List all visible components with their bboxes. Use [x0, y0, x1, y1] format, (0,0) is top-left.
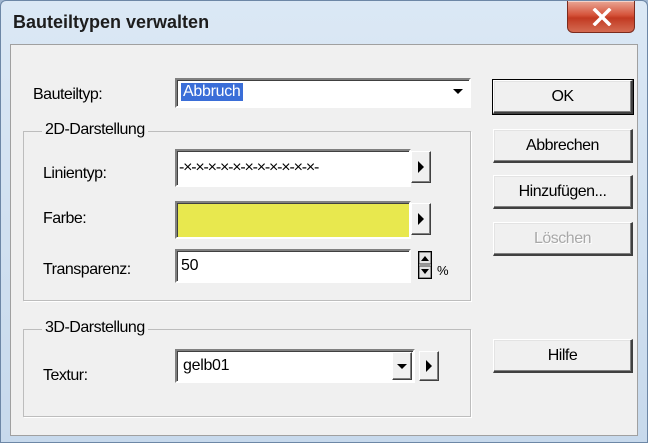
transparenz-unit: %	[437, 263, 449, 278]
title-bar[interactable]: Bauteiltypen verwalten	[1, 1, 647, 43]
linientyp-pattern: -×-×-×-×-×-×-×-×-×-×-×-	[179, 159, 319, 176]
window-title: Bauteiltypen verwalten	[13, 12, 210, 32]
group-2d-title: 2D-Darstellung	[42, 121, 148, 139]
loeschen-button[interactable]: Löschen	[493, 222, 633, 256]
hinzufuegen-button[interactable]: Hinzufügen...	[493, 175, 633, 209]
bauteiltyp-combobox[interactable]: Abbruch	[175, 78, 471, 108]
textur-combobox[interactable]: gelb01	[175, 349, 415, 383]
chevron-down-icon[interactable]	[453, 89, 463, 94]
transparenz-input[interactable]: 50	[175, 249, 411, 283]
spin-up-down-icon	[418, 251, 432, 279]
ok-button[interactable]: OK	[492, 79, 634, 115]
chevron-down-icon	[397, 363, 407, 369]
farbe-expand-button[interactable]	[411, 203, 431, 235]
triangle-right-icon	[418, 213, 424, 225]
abbrechen-button[interactable]: Abbrechen	[493, 129, 633, 163]
textur-expand-button[interactable]	[419, 351, 439, 381]
abbrechen-button-label: Abbrechen	[526, 136, 599, 154]
triangle-right-icon	[426, 360, 432, 372]
textur-dropdown-button[interactable]	[392, 352, 412, 380]
linientyp-label: Linientyp:	[43, 165, 107, 182]
farbe-color-swatch[interactable]	[175, 201, 411, 239]
bauteiltyp-value: Abbruch	[181, 83, 243, 101]
hilfe-button-label: Hilfe	[547, 346, 578, 364]
linientyp-expand-button[interactable]	[411, 151, 431, 183]
triangle-right-icon	[418, 161, 424, 173]
hilfe-button[interactable]: Hilfe	[493, 339, 633, 373]
loeschen-button-label: Löschen	[534, 229, 592, 247]
transparenz-spinner[interactable]	[418, 251, 432, 279]
hinzufuegen-button-label: Hinzufügen...	[518, 182, 607, 200]
linientyp-field[interactable]: -×-×-×-×-×-×-×-×-×-×-×-	[175, 149, 411, 187]
farbe-label: Farbe:	[43, 210, 87, 227]
textur-label: Textur:	[43, 367, 88, 384]
close-button[interactable]	[567, 1, 635, 33]
transparenz-value: 50	[181, 257, 199, 274]
dialog-client-area: Bauteiltyp: Abbruch 2D-Darstellung Linie…	[10, 44, 638, 436]
transparenz-label: Transparenz:	[43, 261, 131, 278]
ok-button-label: OK	[551, 87, 574, 105]
group-3d-title: 3D-Darstellung	[42, 319, 148, 337]
textur-value: gelb01	[183, 357, 230, 374]
dialog-window: Bauteiltypen verwalten Bauteiltyp: Abbru…	[0, 0, 648, 443]
bauteiltyp-label: Bauteiltyp:	[33, 86, 103, 103]
close-icon	[592, 8, 612, 26]
